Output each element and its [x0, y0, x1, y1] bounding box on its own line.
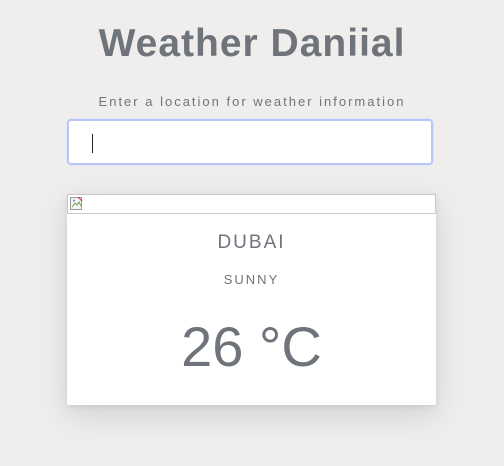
broken-image-icon	[70, 196, 84, 211]
location-search-input[interactable]	[67, 119, 433, 165]
city-name: DUBAI	[217, 232, 286, 253]
weather-icon-image	[67, 194, 436, 214]
weather-card: DUBAI SUNNY 26 °C	[67, 194, 436, 405]
text-cursor	[92, 134, 93, 153]
temperature-value: 26 °C	[181, 315, 322, 378]
page-title: Weather Daniial	[98, 22, 406, 65]
weather-app: Weather Daniial Enter a location for wea…	[0, 0, 504, 466]
weather-condition: SUNNY	[223, 272, 280, 287]
search-prompt-label: Enter a location for weather information	[98, 94, 406, 109]
